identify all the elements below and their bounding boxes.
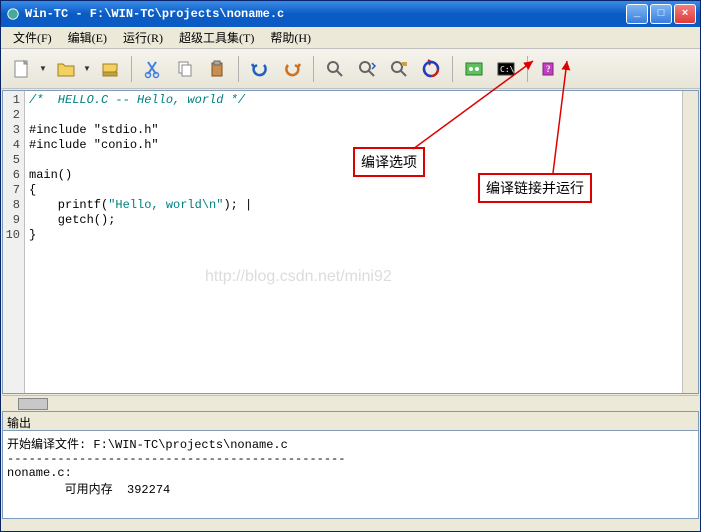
new-file-button[interactable] [7,54,37,84]
undo-button[interactable] [245,54,275,84]
minimize-button[interactable]: _ [626,4,648,24]
svg-text:C:\: C:\ [500,65,515,74]
code-editor[interactable]: /* HELLO.C -- Hello, world */ #include "… [25,91,682,393]
cut-button[interactable] [138,54,168,84]
window-controls: _ □ × [626,4,696,24]
horizontal-scrollbar[interactable] [2,395,699,411]
svg-text:?: ? [546,64,551,74]
find-next-button[interactable] [352,54,382,84]
replace-button[interactable] [384,54,414,84]
menu-tools[interactable]: 超级工具集(T) [171,27,262,48]
output-header: 输出 [2,411,699,431]
new-dropdown[interactable]: ▼ [37,64,49,73]
watermark: http://blog.csdn.net/mini92 [205,269,392,284]
menu-edit[interactable]: 编辑(E) [60,27,115,48]
vertical-scrollbar[interactable] [682,91,698,393]
refresh-button[interactable] [416,54,446,84]
output-body[interactable]: 开始编译文件: F:\WIN-TC\projects\noname.c ----… [2,431,699,519]
open-file-button[interactable] [51,54,81,84]
titlebar[interactable]: Win-TC - F:\WIN-TC\projects\noname.c _ □… [1,1,700,27]
app-window: Win-TC - F:\WIN-TC\projects\noname.c _ □… [0,0,701,532]
line-gutter: 1 2 3 4 5 6 7 8 9 10 [3,91,25,393]
menubar: 文件(F) 编辑(E) 运行(R) 超级工具集(T) 帮助(H) [1,27,700,49]
paste-button[interactable] [202,54,232,84]
output-panel: 输出 开始编译文件: F:\WIN-TC\projects\noname.c -… [2,411,699,519]
window-title: Win-TC - F:\WIN-TC\projects\noname.c [25,7,626,21]
editor-area: 1 2 3 4 5 6 7 8 9 10 /* HELLO.C -- Hello… [2,90,699,394]
find-button[interactable] [320,54,350,84]
open-dropdown[interactable]: ▼ [81,64,93,73]
menu-help[interactable]: 帮助(H) [262,27,319,48]
scrollbar-thumb[interactable] [18,398,48,410]
annotation-compile-run: 编译链接并运行 [478,173,592,203]
compile-options-button[interactable] [459,54,489,84]
save-button[interactable] [95,54,125,84]
text-cursor: | [245,198,252,212]
close-button[interactable]: × [674,4,696,24]
copy-button[interactable] [170,54,200,84]
maximize-button[interactable]: □ [650,4,672,24]
help-button[interactable]: ? [534,54,564,84]
menu-file[interactable]: 文件(F) [5,27,60,48]
redo-button[interactable] [277,54,307,84]
toolbar: ▼ ▼ C:\ ? [1,49,700,89]
app-icon [5,6,21,22]
annotation-compile-options: 编译选项 [353,147,425,177]
menu-run[interactable]: 运行(R) [115,27,171,48]
compile-run-button[interactable]: C:\ [491,54,521,84]
